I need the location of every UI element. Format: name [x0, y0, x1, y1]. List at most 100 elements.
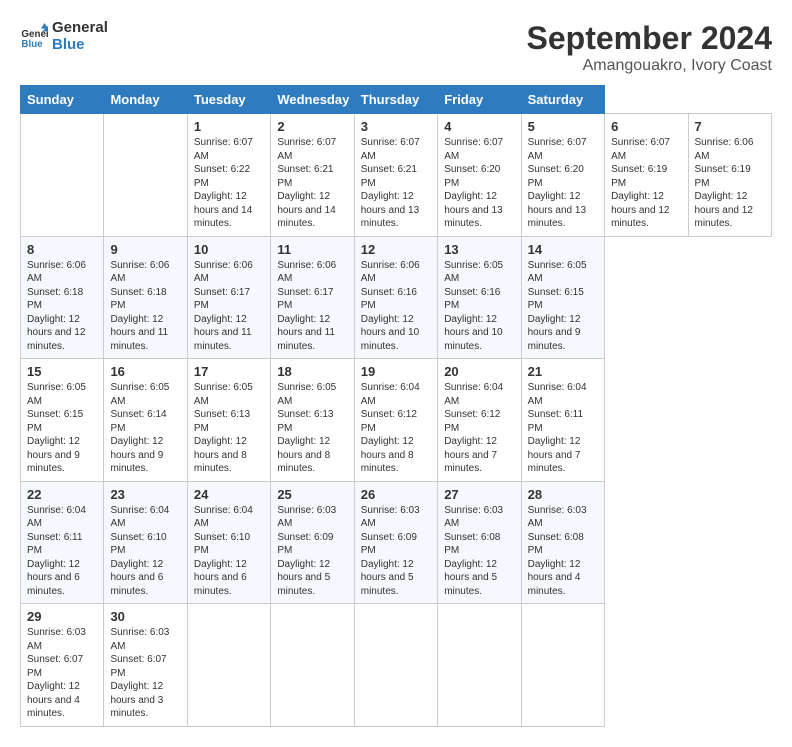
cell-content: Sunrise: 6:05 AMSunset: 6:16 PMDaylight:…	[444, 259, 514, 354]
calendar-cell	[104, 114, 187, 237]
day-number: 21	[528, 364, 598, 379]
calendar-cell: 3 Sunrise: 6:07 AMSunset: 6:21 PMDayligh…	[354, 114, 437, 237]
cell-content: Sunrise: 6:05 AMSunset: 6:15 PMDaylight:…	[27, 381, 97, 476]
month-title: September 2024	[527, 20, 772, 57]
calendar-cell: 26 Sunrise: 6:03 AMSunset: 6:09 PMDaylig…	[354, 481, 437, 604]
calendar-cell: 17 Sunrise: 6:05 AMSunset: 6:13 PMDaylig…	[187, 359, 270, 482]
cell-content: Sunrise: 6:05 AMSunset: 6:15 PMDaylight:…	[528, 259, 598, 354]
day-number: 28	[528, 487, 598, 502]
calendar-cell	[354, 604, 437, 727]
logo-blue: Blue	[52, 37, 108, 54]
day-number: 20	[444, 364, 514, 379]
cell-content: Sunrise: 6:04 AMSunset: 6:11 PMDaylight:…	[528, 381, 598, 476]
calendar-cell: 7 Sunrise: 6:06 AMSunset: 6:19 PMDayligh…	[688, 114, 772, 237]
calendar-cell: 20 Sunrise: 6:04 AMSunset: 6:12 PMDaylig…	[438, 359, 521, 482]
calendar-cell: 1 Sunrise: 6:07 AMSunset: 6:22 PMDayligh…	[187, 114, 270, 237]
cell-content: Sunrise: 6:07 AMSunset: 6:19 PMDaylight:…	[611, 136, 681, 231]
cell-content: Sunrise: 6:06 AMSunset: 6:19 PMDaylight:…	[695, 136, 766, 231]
day-number: 23	[110, 487, 180, 502]
calendar-cell: 24 Sunrise: 6:04 AMSunset: 6:10 PMDaylig…	[187, 481, 270, 604]
day-number: 22	[27, 487, 97, 502]
day-number: 26	[361, 487, 431, 502]
calendar-header: SundayMondayTuesdayWednesdayThursdayFrid…	[21, 86, 772, 114]
day-number: 19	[361, 364, 431, 379]
cell-content: Sunrise: 6:04 AMSunset: 6:12 PMDaylight:…	[361, 381, 431, 476]
calendar-cell	[21, 114, 104, 237]
day-number: 8	[27, 242, 97, 257]
logo: General Blue General Blue	[20, 20, 108, 53]
cell-content: Sunrise: 6:06 AMSunset: 6:18 PMDaylight:…	[110, 259, 180, 354]
calendar-cell: 14 Sunrise: 6:05 AMSunset: 6:15 PMDaylig…	[521, 236, 604, 359]
day-number: 4	[444, 119, 514, 134]
calendar-cell: 28 Sunrise: 6:03 AMSunset: 6:08 PMDaylig…	[521, 481, 604, 604]
svg-text:Blue: Blue	[21, 38, 43, 49]
day-number: 7	[695, 119, 766, 134]
day-number: 17	[194, 364, 264, 379]
day-number: 6	[611, 119, 681, 134]
calendar-cell: 19 Sunrise: 6:04 AMSunset: 6:12 PMDaylig…	[354, 359, 437, 482]
calendar-cell: 27 Sunrise: 6:03 AMSunset: 6:08 PMDaylig…	[438, 481, 521, 604]
weekday-header-monday: Monday	[104, 86, 187, 114]
cell-content: Sunrise: 6:07 AMSunset: 6:22 PMDaylight:…	[194, 136, 264, 231]
day-number: 29	[27, 609, 97, 624]
calendar-cell: 10 Sunrise: 6:06 AMSunset: 6:17 PMDaylig…	[187, 236, 270, 359]
calendar-cell: 29 Sunrise: 6:03 AMSunset: 6:07 PMDaylig…	[21, 604, 104, 727]
cell-content: Sunrise: 6:04 AMSunset: 6:12 PMDaylight:…	[444, 381, 514, 476]
day-number: 27	[444, 487, 514, 502]
day-number: 11	[277, 242, 347, 257]
day-number: 5	[528, 119, 598, 134]
day-number: 9	[110, 242, 180, 257]
logo-general: General	[52, 20, 108, 37]
calendar-cell	[521, 604, 604, 727]
cell-content: Sunrise: 6:06 AMSunset: 6:18 PMDaylight:…	[27, 259, 97, 354]
day-number: 10	[194, 242, 264, 257]
calendar-cell: 18 Sunrise: 6:05 AMSunset: 6:13 PMDaylig…	[271, 359, 354, 482]
calendar-cell: 12 Sunrise: 6:06 AMSunset: 6:16 PMDaylig…	[354, 236, 437, 359]
calendar-cell: 2 Sunrise: 6:07 AMSunset: 6:21 PMDayligh…	[271, 114, 354, 237]
calendar-week-2: 8 Sunrise: 6:06 AMSunset: 6:18 PMDayligh…	[21, 236, 772, 359]
cell-content: Sunrise: 6:07 AMSunset: 6:21 PMDaylight:…	[361, 136, 431, 231]
calendar-cell: 6 Sunrise: 6:07 AMSunset: 6:19 PMDayligh…	[605, 114, 688, 237]
title-area: September 2024 Amangouakro, Ivory Coast	[527, 20, 772, 75]
calendar-cell: 4 Sunrise: 6:07 AMSunset: 6:20 PMDayligh…	[438, 114, 521, 237]
weekday-header-tuesday: Tuesday	[187, 86, 270, 114]
calendar-week-1: 1 Sunrise: 6:07 AMSunset: 6:22 PMDayligh…	[21, 114, 772, 237]
day-number: 15	[27, 364, 97, 379]
day-number: 1	[194, 119, 264, 134]
cell-content: Sunrise: 6:03 AMSunset: 6:08 PMDaylight:…	[444, 504, 514, 599]
cell-content: Sunrise: 6:05 AMSunset: 6:13 PMDaylight:…	[277, 381, 347, 476]
calendar-week-4: 22 Sunrise: 6:04 AMSunset: 6:11 PMDaylig…	[21, 481, 772, 604]
weekday-header-row: SundayMondayTuesdayWednesdayThursdayFrid…	[21, 86, 772, 114]
calendar-cell	[271, 604, 354, 727]
calendar-cell: 25 Sunrise: 6:03 AMSunset: 6:09 PMDaylig…	[271, 481, 354, 604]
cell-content: Sunrise: 6:07 AMSunset: 6:21 PMDaylight:…	[277, 136, 347, 231]
day-number: 14	[528, 242, 598, 257]
calendar-cell: 15 Sunrise: 6:05 AMSunset: 6:15 PMDaylig…	[21, 359, 104, 482]
calendar-week-5: 29 Sunrise: 6:03 AMSunset: 6:07 PMDaylig…	[21, 604, 772, 727]
weekday-header-friday: Friday	[438, 86, 521, 114]
day-number: 30	[110, 609, 180, 624]
calendar-week-3: 15 Sunrise: 6:05 AMSunset: 6:15 PMDaylig…	[21, 359, 772, 482]
cell-content: Sunrise: 6:03 AMSunset: 6:08 PMDaylight:…	[528, 504, 598, 599]
day-number: 12	[361, 242, 431, 257]
day-number: 2	[277, 119, 347, 134]
location-title: Amangouakro, Ivory Coast	[527, 57, 772, 75]
calendar-cell: 9 Sunrise: 6:06 AMSunset: 6:18 PMDayligh…	[104, 236, 187, 359]
cell-content: Sunrise: 6:05 AMSunset: 6:14 PMDaylight:…	[110, 381, 180, 476]
calendar-cell	[438, 604, 521, 727]
calendar-table: SundayMondayTuesdayWednesdayThursdayFrid…	[20, 85, 772, 727]
calendar-cell: 23 Sunrise: 6:04 AMSunset: 6:10 PMDaylig…	[104, 481, 187, 604]
cell-content: Sunrise: 6:03 AMSunset: 6:09 PMDaylight:…	[277, 504, 347, 599]
cell-content: Sunrise: 6:05 AMSunset: 6:13 PMDaylight:…	[194, 381, 264, 476]
cell-content: Sunrise: 6:07 AMSunset: 6:20 PMDaylight:…	[528, 136, 598, 231]
day-number: 18	[277, 364, 347, 379]
weekday-header-wednesday: Wednesday	[271, 86, 354, 114]
calendar-cell: 8 Sunrise: 6:06 AMSunset: 6:18 PMDayligh…	[21, 236, 104, 359]
calendar-cell: 30 Sunrise: 6:03 AMSunset: 6:07 PMDaylig…	[104, 604, 187, 727]
cell-content: Sunrise: 6:06 AMSunset: 6:17 PMDaylight:…	[194, 259, 264, 354]
header: General Blue General Blue September 2024…	[20, 20, 772, 75]
cell-content: Sunrise: 6:03 AMSunset: 6:07 PMDaylight:…	[27, 626, 97, 721]
cell-content: Sunrise: 6:04 AMSunset: 6:11 PMDaylight:…	[27, 504, 97, 599]
calendar-cell: 21 Sunrise: 6:04 AMSunset: 6:11 PMDaylig…	[521, 359, 604, 482]
calendar-cell	[187, 604, 270, 727]
